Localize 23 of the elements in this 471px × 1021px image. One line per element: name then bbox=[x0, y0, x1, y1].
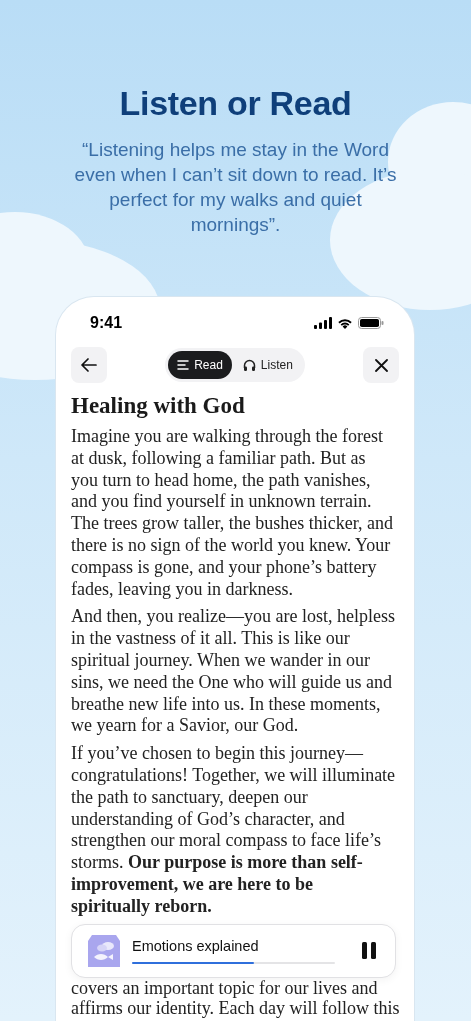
headphones-icon bbox=[242, 358, 256, 372]
article-paragraph: Imagine you are walking through the forest at dusk, following a familiar path. But as you turn to head home, the path vanishes, and you find yourself in unknown terrain. The trees grow taller, the bushes thicker, and there is no sign of the world you knew. Your compass is gone, and your phone’s battery fades, leaving you in darkness. bbox=[71, 426, 394, 601]
back-arrow-icon bbox=[81, 358, 97, 372]
close-button[interactable] bbox=[363, 347, 399, 383]
text-lines-icon bbox=[177, 360, 190, 370]
battery-icon bbox=[358, 317, 384, 329]
status-time: 9:41 bbox=[90, 314, 123, 332]
pause-button[interactable] bbox=[361, 942, 377, 960]
article-paragraph: And then, you realize—you are lost, helpless in the vastness of it all. This is like our spiritual journey. When we wander in our sins, we need the One who will guide us and breathe new life into us. In these moments, we yearn for a Savior, our God. bbox=[71, 606, 396, 738]
signal-icon bbox=[314, 317, 332, 329]
track-title: Emotions explained bbox=[132, 937, 260, 954]
back-button[interactable] bbox=[71, 347, 107, 383]
pause-icon bbox=[361, 942, 377, 960]
article-paragraph: covers an important topic for our lives and affirms our identity. Each day will follow this bbox=[71, 977, 401, 1018]
testimonial-quote: “Listening helps me stay in the Word even when I can’t sit down to read. It’s perfect for my walks and quiet mornings”. bbox=[73, 138, 398, 237]
mode-tab[interactable]: Listen bbox=[233, 351, 302, 379]
headline: Listen or Read bbox=[118, 84, 353, 123]
close-icon bbox=[374, 358, 388, 372]
article-paragraph: If you’ve chosen to begin this journey—congratulations! Together, we will illuminate the path to sanctuary, deepen our understanding of God’s character, and strengthen our moral compass to face life’s storms. Our purpose is more than self-improvement, we are here to be spiritually reborn. bbox=[71, 743, 396, 918]
fish-bread-icon bbox=[86, 932, 122, 969]
mode-tab[interactable]: Read bbox=[168, 351, 232, 379]
wifi-icon bbox=[337, 317, 353, 329]
article-title: Healing with God bbox=[71, 393, 246, 419]
